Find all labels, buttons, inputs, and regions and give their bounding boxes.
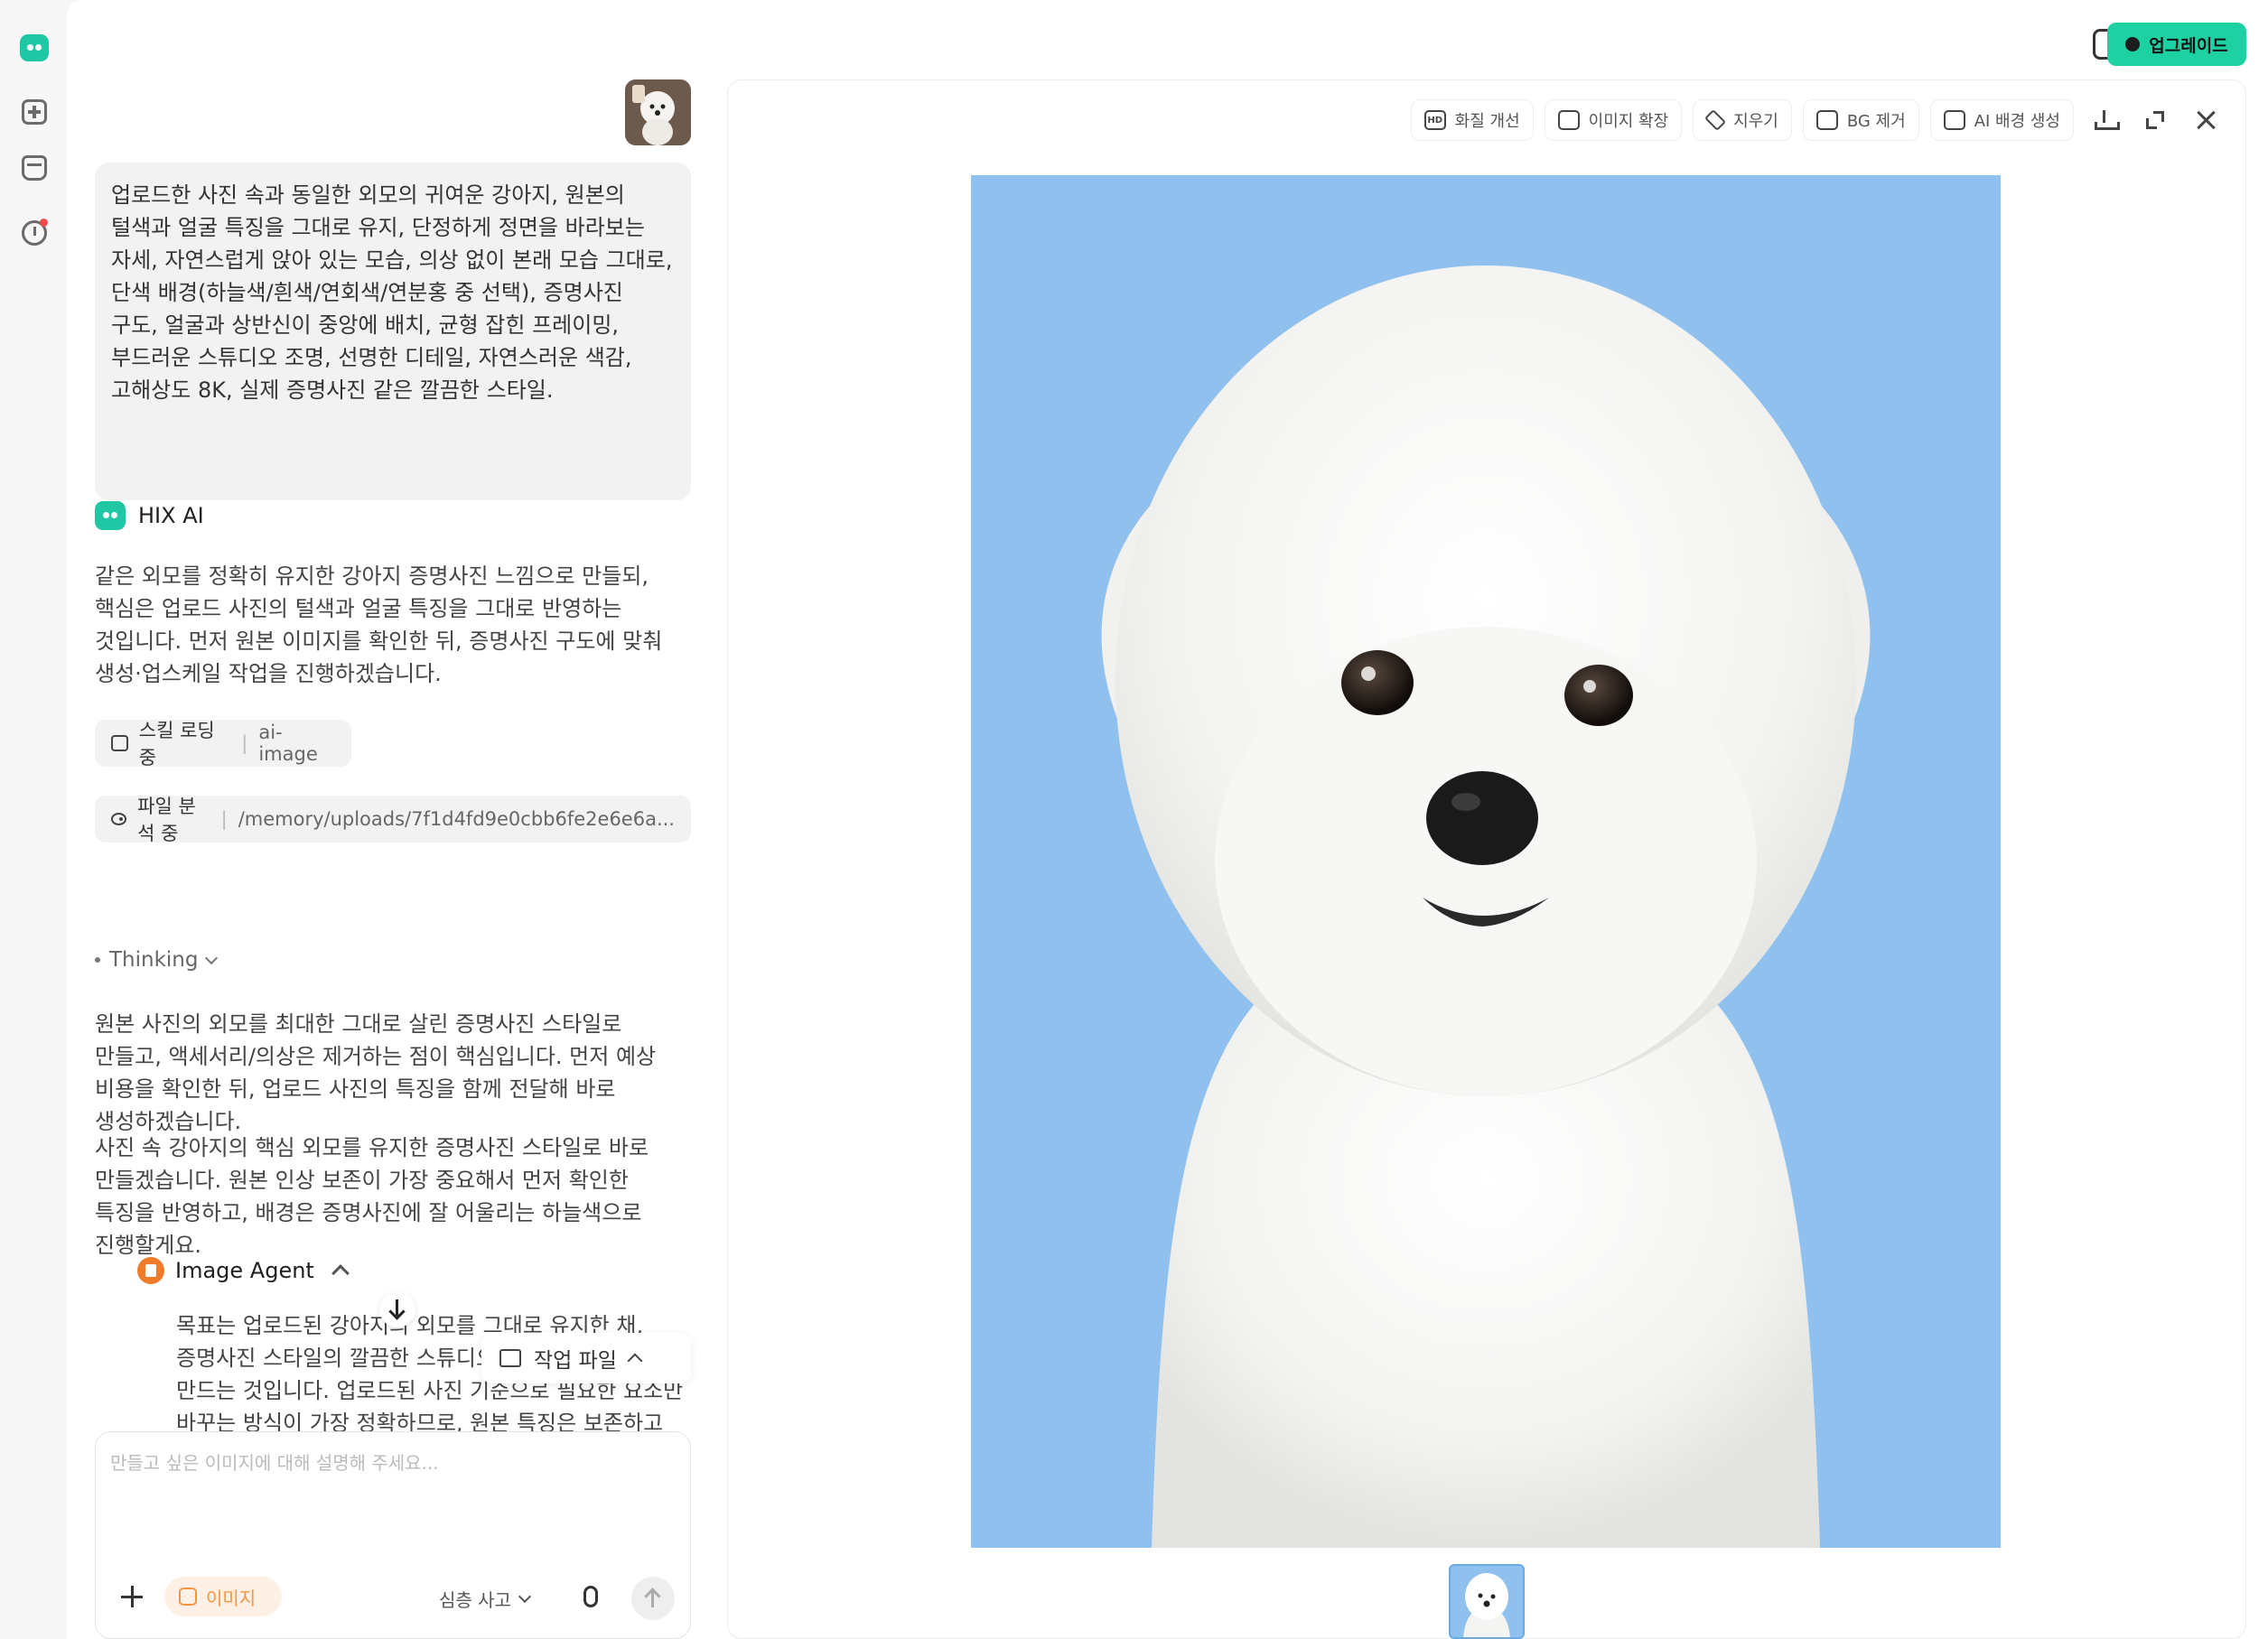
- new-chat-icon[interactable]: [22, 99, 47, 125]
- expand-icon: [2146, 111, 2164, 129]
- deep-think-label: 심층 사고: [439, 1589, 511, 1611]
- file-chip-label: 파일 분석 중: [137, 796, 196, 844]
- erase-button[interactable]: 지우기: [1693, 99, 1792, 141]
- fullscreen-button[interactable]: [2135, 100, 2175, 140]
- prompt-input[interactable]: [110, 1448, 670, 1539]
- chevron-up-icon: [627, 1353, 643, 1369]
- generated-dog-image[interactable]: [971, 175, 2001, 1548]
- tool-label: BG 제거: [1846, 112, 1906, 131]
- upgrade-icon: [2125, 37, 2141, 51]
- hix-logo-icon[interactable]: [20, 34, 49, 61]
- skill-box-icon: [111, 735, 128, 751]
- ai-background-button[interactable]: AI 배경 생성: [1929, 99, 2074, 141]
- work-files-button[interactable]: 작업 파일: [481, 1333, 691, 1383]
- image-mode-chip[interactable]: 이미지: [164, 1577, 282, 1616]
- chevron-up-icon: [331, 1264, 350, 1282]
- result-thumbnail[interactable]: [1449, 1564, 1525, 1639]
- thinking-label: Thinking: [109, 948, 199, 972]
- ai-header: HIX AI: [95, 498, 204, 534]
- upgrade-button[interactable]: 업그레이드: [2107, 23, 2246, 66]
- image-agent-header[interactable]: Image Agent: [137, 1257, 350, 1284]
- chip-separator: |: [241, 732, 248, 754]
- close-icon: [2196, 110, 2216, 130]
- file-chip-value: /memory/uploads/7f1d4fd9e0cbb6fe2e6e6a..…: [238, 808, 675, 830]
- download-button[interactable]: [2085, 100, 2124, 140]
- history-notification-dot: [40, 219, 48, 227]
- expand-frame-icon: [1557, 110, 1580, 130]
- file-analysis-chip[interactable]: 파일 분석 중 | /memory/uploads/7f1d4fd9e0cbb6…: [95, 796, 691, 844]
- viewer-toolbar: HD 화질 개선 이미지 확장 지우기 BG 제거 AI 배경 생성: [1410, 98, 2226, 142]
- folder-icon: [499, 1349, 521, 1367]
- enhance-quality-button[interactable]: HD 화질 개선: [1410, 99, 1534, 141]
- tool-label: 화질 개선: [1454, 112, 1520, 131]
- work-files-label: 작업 파일: [534, 1349, 617, 1373]
- chevron-down-icon: [518, 1589, 532, 1604]
- agent-name: Image Agent: [175, 1258, 314, 1283]
- ai-paragraph-3: 사진 속 강아지의 핵심 외모를 유지한 증명사진 스타일로 바로 만들겠습니다…: [95, 1135, 649, 1258]
- image-agent-icon: [137, 1257, 164, 1284]
- tool-label: 지우기: [1733, 112, 1778, 131]
- uploaded-photo-thumbnail[interactable]: [625, 79, 691, 145]
- tool-label: 이미지 확장: [1588, 112, 1669, 131]
- thinking-toggle[interactable]: Thinking: [95, 948, 219, 972]
- left-rail: [0, 0, 67, 1639]
- upgrade-label: 업그레이드: [2149, 35, 2228, 56]
- skill-loading-chip[interactable]: 스킬 로딩 중 | ai-image: [95, 720, 351, 768]
- plus-icon[interactable]: [121, 1586, 143, 1607]
- user-message: 업로드한 사진 속과 동일한 외모의 귀여운 강아지, 원본의 털색과 얼굴 특…: [95, 163, 691, 500]
- ai-background-icon: [1943, 110, 1965, 130]
- deep-think-dropdown[interactable]: 심층 사고: [439, 1586, 532, 1612]
- microphone-icon[interactable]: [583, 1586, 598, 1607]
- chip-separator: |: [220, 808, 228, 830]
- bg-remove-icon: [1815, 110, 1838, 130]
- remove-bg-button[interactable]: BG 제거: [1802, 99, 1919, 141]
- eraser-icon: [1704, 108, 1727, 132]
- tool-label: AI 배경 생성: [1974, 112, 2060, 131]
- hd-icon: HD: [1423, 110, 1446, 130]
- thinking-bullet: [95, 957, 100, 963]
- scroll-to-bottom-button[interactable]: [379, 1291, 415, 1327]
- skill-chip-label: 스킬 로딩 중: [138, 720, 215, 768]
- chevron-down-icon: [205, 951, 219, 965]
- skill-chip-value: ai-image: [258, 722, 318, 765]
- close-viewer-button[interactable]: [2186, 100, 2226, 140]
- ai-paragraph-1: 같은 외모를 정확히 유지한 강아지 증명사진 느낌으로 만들되, 핵심은 업로…: [95, 563, 663, 686]
- eye-icon: [111, 813, 127, 825]
- library-icon[interactable]: [22, 155, 47, 181]
- download-icon: [2095, 110, 2120, 130]
- image-icon: [179, 1588, 197, 1606]
- hix-ai-logo-icon: [95, 501, 126, 530]
- ai-name: HIX AI: [138, 503, 204, 528]
- send-button[interactable]: [631, 1577, 675, 1620]
- chat-column: 업로드한 사진 속과 동일한 외모의 귀여운 강아지, 원본의 털색과 얼굴 특…: [95, 79, 691, 1639]
- ai-paragraph-2: 원본 사진의 외모를 최대한 그대로 살린 증명사진 스타일로 만들고, 액세서…: [95, 1011, 657, 1134]
- composer: 이미지 심층 사고: [95, 1431, 691, 1639]
- expand-image-button[interactable]: 이미지 확장: [1544, 99, 1683, 141]
- image-chip-label: 이미지: [206, 1587, 257, 1609]
